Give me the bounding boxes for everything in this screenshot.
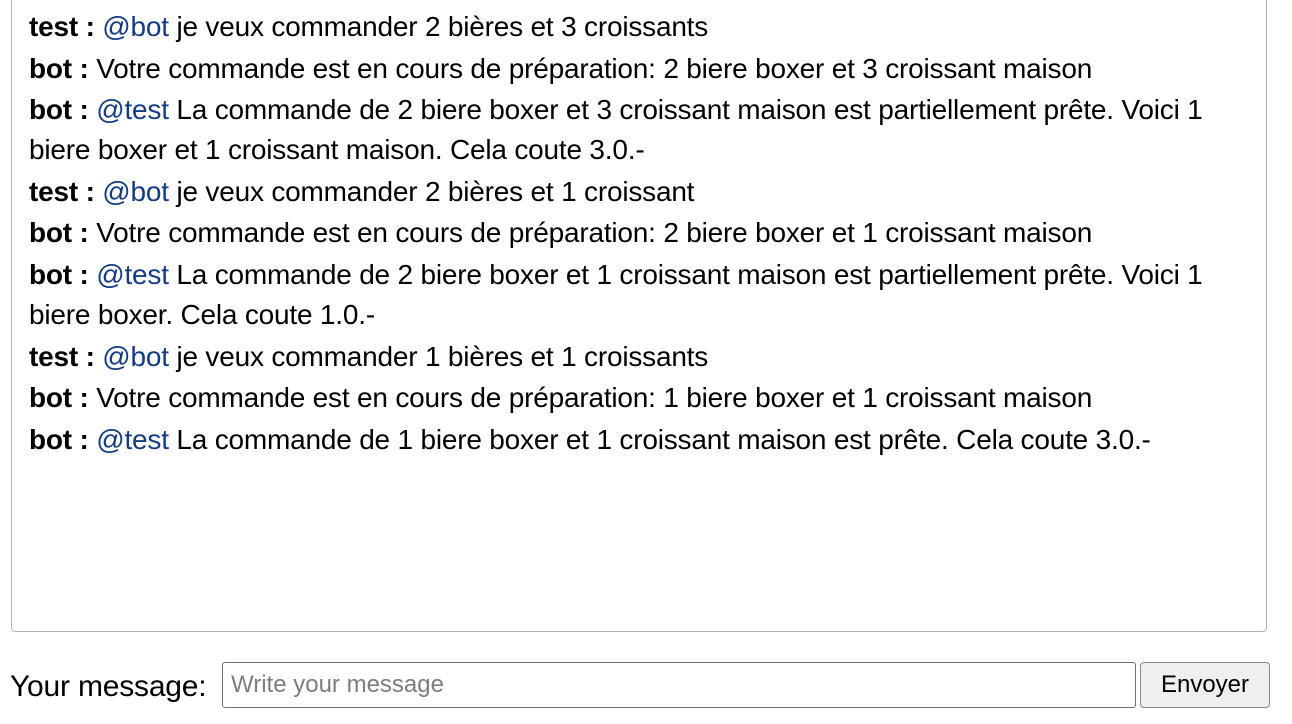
message-separator: : [71,217,97,249]
message-mention: @bot [102,11,169,42]
chat-message: bot : @test La commande de 2 biere boxer… [29,255,1250,335]
message-mention: @test [96,258,169,290]
message-separator: : [71,94,97,126]
message-separator: : [78,11,103,42]
message-author: test [29,11,78,42]
message-author: bot [29,94,72,126]
chat-message: bot : Votre commande est en cours de pré… [29,378,1250,418]
message-mention: @bot [102,175,169,207]
chat-message: bot : Votre commande est en cours de pré… [29,49,1250,89]
send-button[interactable]: Envoyer [1140,662,1270,708]
message-author: bot [29,382,72,414]
message-text: La commande de 2 biere boxer et 3 croiss… [29,94,1203,166]
message-text: Votre commande est en cours de préparati… [96,52,1093,84]
chat-message: test : @bot je veux commander 2 bières e… [29,7,1250,47]
message-author: bot [29,423,72,455]
message-author: bot [29,217,72,249]
message-text: La commande de 1 biere boxer et 1 croiss… [168,423,1151,455]
message-mention: @bot [102,340,169,372]
chat-message: test : @bot je veux commander 1 bières e… [29,337,1250,377]
chat-message: bot : @test La commande de 2 biere boxer… [29,90,1250,170]
message-mention: @test [96,94,169,126]
message-label: Your message: [10,670,207,703]
chat-message: bot : @test La commande de 1 biere boxer… [29,420,1250,460]
message-text: Votre commande est en cours de préparati… [96,217,1093,249]
message-text: je veux commander 1 bières et 1 croissan… [168,340,709,372]
message-author: test [29,340,78,372]
message-separator: : [78,175,103,207]
message-separator: : [78,340,103,372]
message-text: je veux commander 2 bières et 1 croissan… [168,175,695,207]
message-text: Votre commande est en cours de préparati… [96,382,1093,414]
chat-message: test : @bot je veux commander 2 bières e… [29,172,1250,212]
message-author: bot [29,52,72,84]
message-separator: : [71,423,97,455]
message-separator: : [71,382,97,414]
message-text: je veux commander 2 bières et 3 croissan… [168,11,709,42]
message-author: test [29,175,78,207]
chat-message: bot : Votre commande est en cours de pré… [29,213,1250,253]
message-separator: : [71,52,97,84]
message-text: La commande de 2 biere boxer et 1 croiss… [29,258,1203,330]
message-author: bot [29,258,72,290]
message-mention: @test [96,423,169,455]
message-separator: : [71,258,97,290]
message-input[interactable] [222,662,1136,708]
chat-log: test : @bot je veux commander 2 bières e… [11,0,1267,632]
message-composer: Your message: Envoyer [0,660,1292,710]
